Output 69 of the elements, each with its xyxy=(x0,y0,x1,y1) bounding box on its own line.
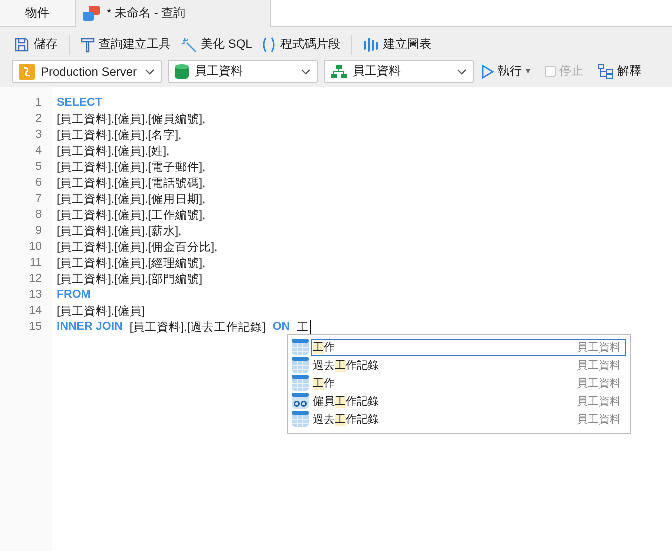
save-icon xyxy=(14,36,30,52)
tree-icon xyxy=(598,64,614,80)
chevron-down-icon xyxy=(457,68,467,74)
suggestion-item[interactable]: 僱員工作記錄 員工資料 xyxy=(311,392,626,410)
code-text: [員工資料].[僱員].[僱員編號], xyxy=(57,112,206,126)
line-number: 10 xyxy=(28,240,43,255)
line-number: 11 xyxy=(29,256,43,271)
hammer-icon xyxy=(81,36,95,52)
line-number: 4 xyxy=(34,144,43,159)
chevron-down-icon xyxy=(145,68,155,74)
code-text: [員工資料].[僱員].[工作編號], xyxy=(57,208,206,222)
code-text: [員工資料].[僱員].[電子郵件], xyxy=(57,160,206,174)
parentheses-icon xyxy=(262,36,276,52)
line-number: 7 xyxy=(34,192,43,207)
line-number: 3 xyxy=(34,128,43,143)
line-number: 8 xyxy=(34,208,43,223)
line-number: 5 xyxy=(34,160,43,175)
bar-chart-icon xyxy=(363,36,380,52)
toolbar-button[interactable]: 建立圖表 xyxy=(361,36,434,53)
code-text: 工 xyxy=(297,320,310,334)
line-number: 13 xyxy=(28,288,43,303)
play-icon xyxy=(482,64,494,78)
tab[interactable]: 物件 xyxy=(0,0,76,27)
toolbar-button[interactable]: 查詢建立工具 xyxy=(79,36,173,53)
code-text: [員工資料].[僱員].[僱用日期], xyxy=(57,192,206,206)
line-number: 1 xyxy=(34,96,43,111)
code-text: [員工資料].[僱員].[電話號碼], xyxy=(57,176,206,190)
chevron-down-icon xyxy=(301,68,311,74)
code-text: [員工資料].[僱員].[佣金百分比], xyxy=(57,240,218,254)
table-icon xyxy=(292,411,309,427)
view-icon xyxy=(292,393,309,409)
line-number: 6 xyxy=(34,176,43,191)
line-number: 2 xyxy=(34,112,43,127)
line-number: 9 xyxy=(34,224,43,239)
code-text: [員工資料].[僱員].[經理編號], xyxy=(57,256,206,270)
toolbar-button[interactable]: 程式碼片段 xyxy=(260,36,342,53)
sql-keyword: INNER JOIN xyxy=(57,321,123,333)
code-text: [員工資料].[過去工作記錄] xyxy=(130,320,266,334)
magic-wand-icon xyxy=(181,36,197,52)
code-text: [員工資料].[僱員] xyxy=(57,304,145,318)
suggestion-item[interactable]: 過去工作記錄 員工資料 xyxy=(311,410,626,428)
sql-keyword: SELECT xyxy=(57,97,102,109)
suggestion-item[interactable]: 工作 員工資料 xyxy=(311,338,626,356)
toolbar-button[interactable]: 儲存 xyxy=(12,36,60,53)
connection-select[interactable]: Production Server xyxy=(12,60,162,83)
connection-select[interactable]: 員工資料 xyxy=(168,60,318,83)
sql-keyword: FROM xyxy=(57,289,91,301)
line-number: 14 xyxy=(28,304,43,319)
suggestion-item[interactable]: 工作 員工資料 xyxy=(311,374,626,392)
database-icon xyxy=(175,64,189,80)
toolbar-button[interactable]: 美化 SQL xyxy=(179,36,254,53)
run-button[interactable]: 執行 ▾ xyxy=(480,63,533,80)
query-icon xyxy=(82,6,102,22)
connection-select[interactable]: 員工資料 xyxy=(324,60,474,83)
code-text: [員工資料].[僱員].[部門編號] xyxy=(57,272,203,286)
tab[interactable]: * 未命名 - 查詢 xyxy=(76,0,271,27)
hierarchy-icon xyxy=(331,64,347,78)
explain-button[interactable]: 解釋 xyxy=(596,63,644,80)
table-icon xyxy=(292,375,309,391)
line-number: 15 xyxy=(28,320,43,335)
line-number: 12 xyxy=(28,272,43,287)
code-text: [員工資料].[僱員].[薪水], xyxy=(57,224,182,238)
sql-keyword: ON xyxy=(272,321,290,333)
table-icon xyxy=(292,357,309,373)
server-icon xyxy=(19,64,35,80)
table-icon xyxy=(292,339,309,355)
code-text: [員工資料].[僱員].[名字], xyxy=(57,128,182,142)
code-text: [員工資料].[僱員].[姓], xyxy=(57,144,170,158)
suggestion-item[interactable]: 過去工作記錄 員工資料 xyxy=(311,356,626,374)
